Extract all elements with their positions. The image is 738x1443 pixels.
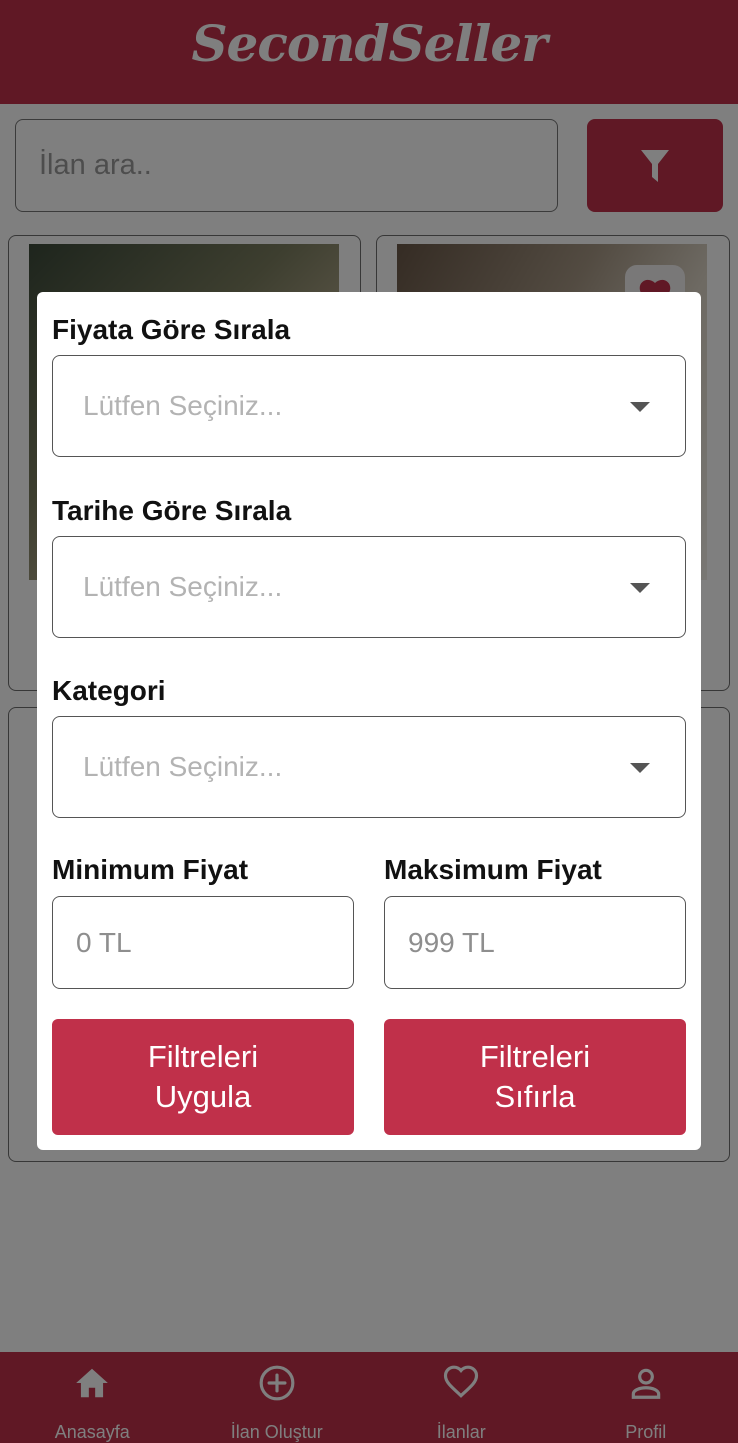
min-price-input[interactable]: 0 TL: [52, 896, 354, 989]
price-sort-placeholder: Lütfen Seçiniz...: [83, 390, 283, 421]
chevron-down-icon: [630, 763, 650, 773]
max-price-placeholder: 999 TL: [408, 926, 495, 958]
min-price-label: Minimum Fiyat: [52, 854, 249, 885]
apply-filters-label: Filtreleri Uygula: [147, 1039, 259, 1114]
price-sort-select[interactable]: Lütfen Seçiniz...: [52, 355, 686, 457]
max-price-input[interactable]: 999 TL: [384, 896, 686, 989]
category-select[interactable]: Lütfen Seçiniz...: [52, 716, 686, 818]
chevron-down-icon: [630, 583, 650, 593]
date-sort-placeholder: Lütfen Seçiniz...: [83, 571, 283, 602]
filter-modal: Fiyata Göre Sırala Lütfen Seçiniz... Tar…: [37, 292, 701, 1150]
date-sort-select[interactable]: Lütfen Seçiniz...: [52, 536, 686, 638]
date-sort-label: Tarihe Göre Sırala: [52, 495, 292, 526]
apply-filters-button[interactable]: Filtreleri Uygula: [52, 1019, 354, 1135]
reset-filters-button[interactable]: Filtreleri Sıfırla: [384, 1019, 686, 1135]
min-price-placeholder: 0 TL: [76, 926, 132, 958]
max-price-label: Maksimum Fiyat: [384, 854, 602, 885]
price-sort-label: Fiyata Göre Sırala: [52, 314, 291, 345]
chevron-down-icon: [630, 402, 650, 412]
category-label: Kategori: [52, 675, 166, 706]
category-placeholder: Lütfen Seçiniz...: [83, 751, 283, 782]
reset-filters-label: Filtreleri Sıfırla: [479, 1039, 591, 1114]
